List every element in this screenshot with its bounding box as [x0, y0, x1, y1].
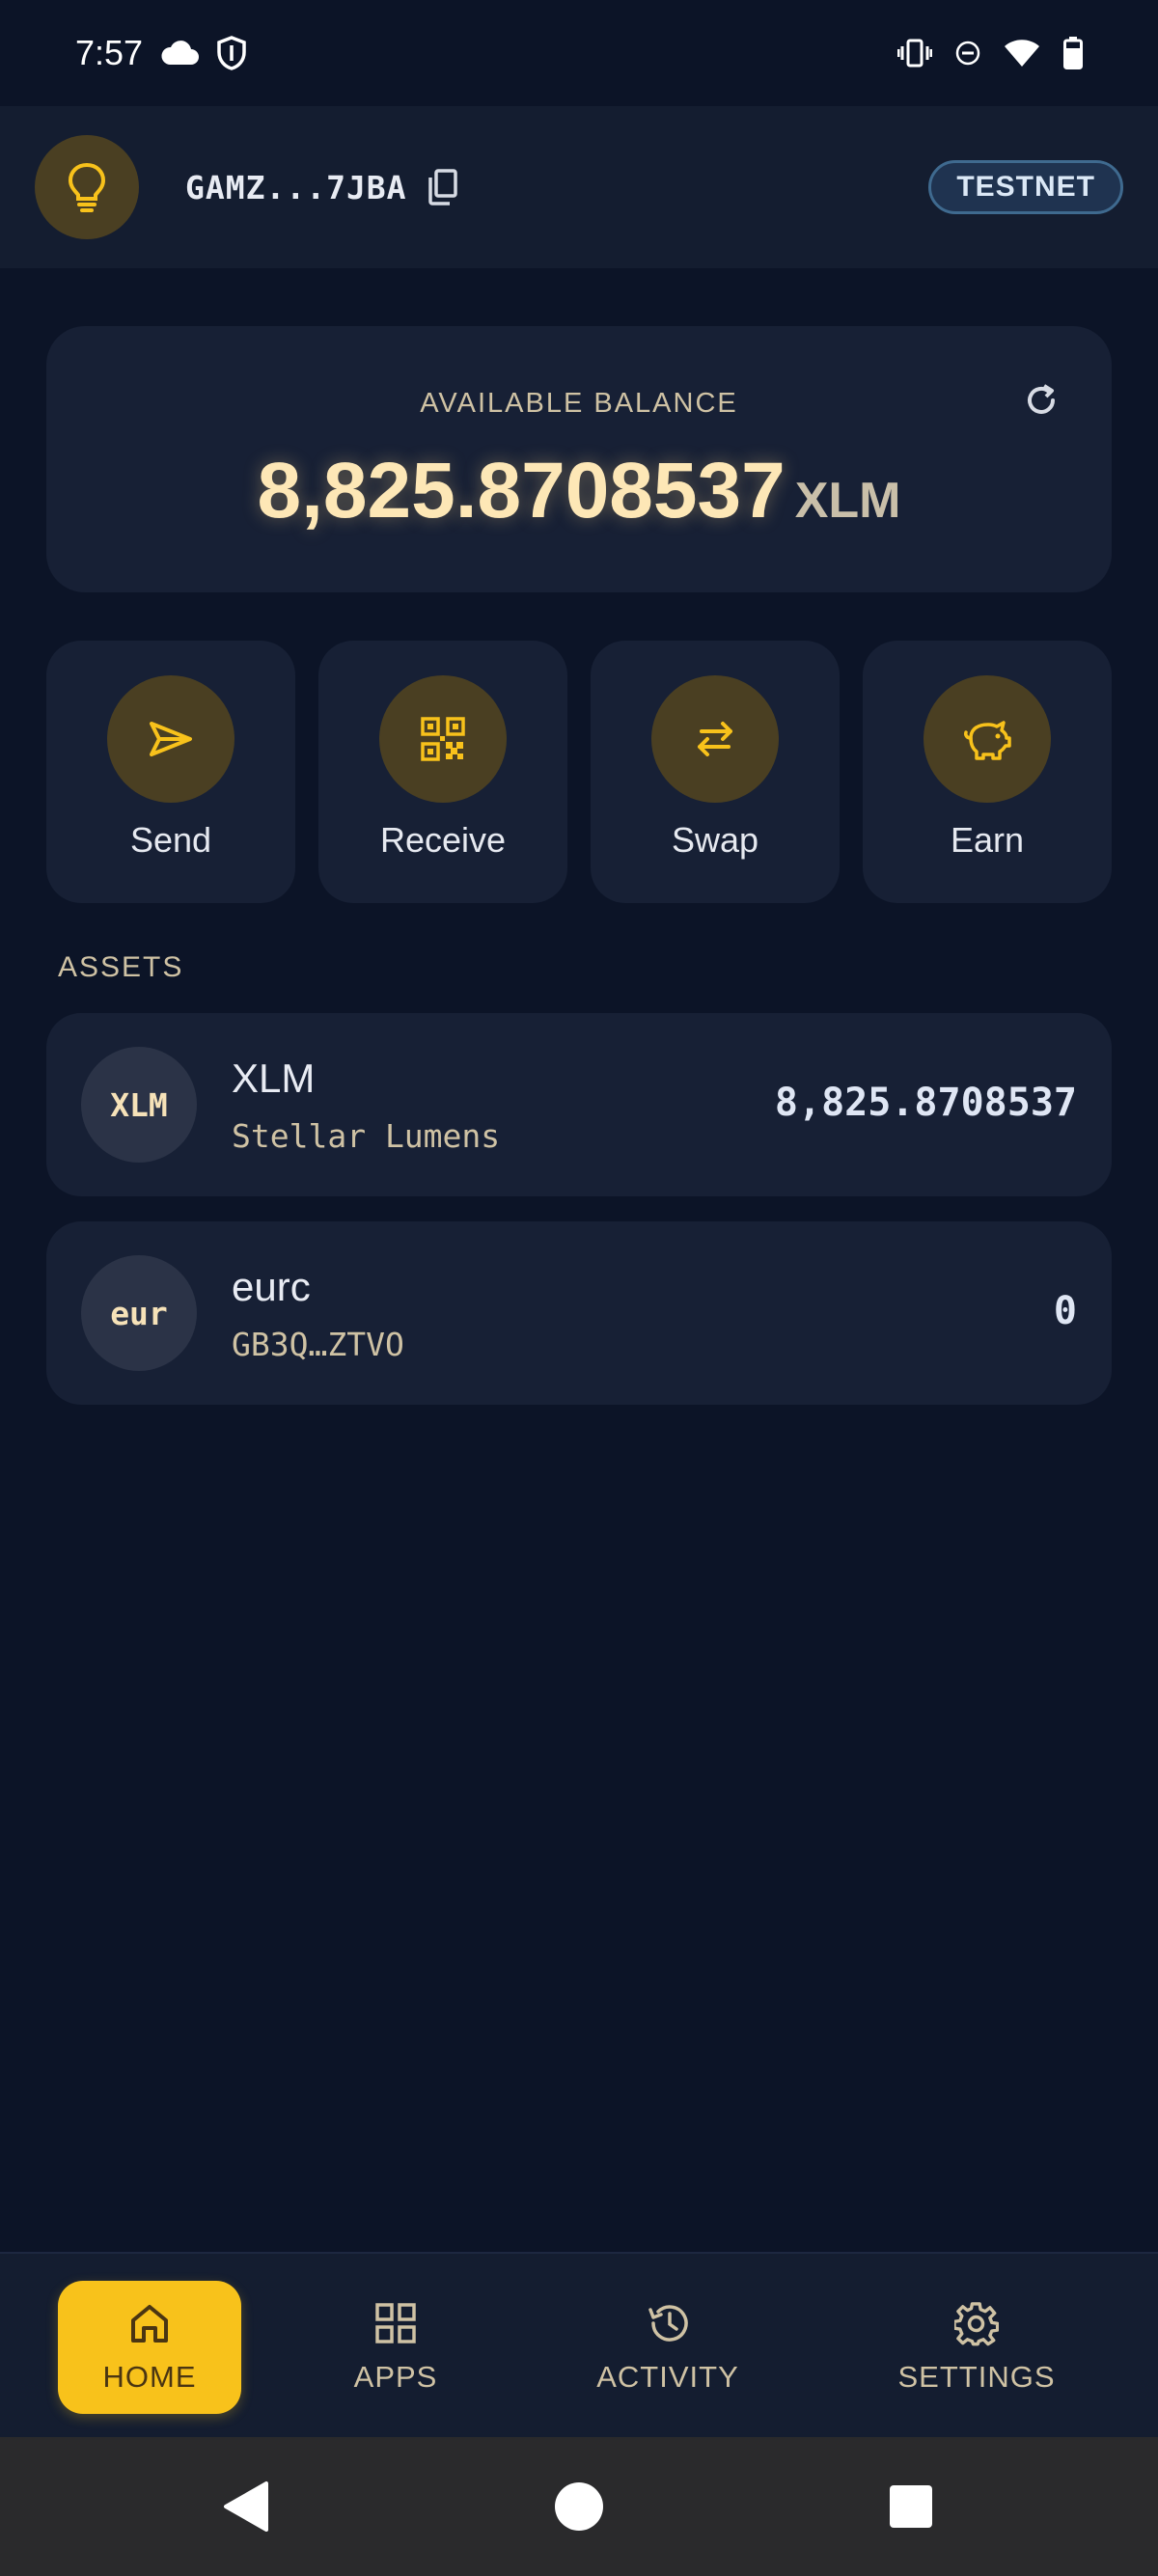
account-header: GAMZ...7JBA TESTNET [0, 106, 1158, 268]
earn-label: Earn [950, 820, 1025, 860]
asset-row-eurc[interactable]: eur eurc GB3Q…ZTVO 0 [46, 1221, 1112, 1405]
nav-settings-label: SETTINGS [897, 2360, 1056, 2394]
receive-icon-circle [379, 675, 507, 803]
copy-address-button[interactable] [427, 169, 457, 206]
swap-label: Swap [671, 820, 759, 860]
quick-actions: Send Receive Swap Earn [46, 641, 1112, 903]
send-icon [150, 722, 192, 756]
asset-amount: 0 [1053, 1289, 1077, 1333]
swap-icon-circle [651, 675, 779, 803]
grid-icon [375, 2303, 416, 2343]
asset-icon: XLM [81, 1047, 197, 1163]
nav-apps[interactable]: APPS [318, 2281, 473, 2414]
cloud-icon [161, 41, 200, 65]
balance-label: AVAILABLE BALANCE [420, 388, 738, 419]
wallet-home-screen: 7:57 GAMZ...7JBA TESTNET AVAILABLE BALAN… [0, 0, 1158, 2576]
balance-unit: XLM [794, 473, 901, 529]
bottom-navigation: HOME APPS ACTIVITY SETTINGS [0, 2252, 1158, 2437]
asset-subtitle: GB3Q…ZTVO [232, 1326, 404, 1363]
wifi-icon [1005, 40, 1039, 67]
balance-amount: 8,825.8708537 [257, 447, 786, 534]
asset-name: XLM [232, 1055, 316, 1101]
balance-row: 8,825.8708537 XLM [46, 446, 1112, 536]
refresh-icon [1028, 384, 1055, 414]
asset-amount: 8,825.8708537 [774, 1081, 1077, 1125]
receive-label: Receive [379, 820, 507, 860]
system-navigation-bar [0, 2437, 1158, 2576]
status-left: 7:57 [75, 33, 247, 73]
piggy-bank-icon [964, 721, 1011, 760]
nav-apps-label: APPS [353, 2360, 438, 2394]
asset-name: eurc [232, 1264, 311, 1309]
status-bar: 7:57 [0, 0, 1158, 106]
receive-button[interactable]: Receive [318, 641, 567, 903]
lightbulb-icon [68, 162, 106, 212]
network-badge[interactable]: TESTNET [928, 160, 1123, 214]
shield-icon [217, 36, 246, 70]
do-not-disturb-icon [955, 41, 980, 66]
copy-icon [427, 169, 457, 206]
refresh-balance-button[interactable] [1023, 382, 1060, 424]
send-label: Send [129, 820, 212, 860]
history-icon [648, 2305, 688, 2342]
nav-activity-label: ACTIVITY [596, 2360, 739, 2394]
asset-row-xlm[interactable]: XLM XLM Stellar Lumens 8,825.8708537 [46, 1013, 1112, 1196]
back-icon[interactable] [220, 2480, 270, 2534]
nav-home-label: HOME [102, 2360, 197, 2394]
battery-icon [1063, 37, 1083, 69]
home-icon [131, 2305, 168, 2343]
home-circle-icon[interactable] [552, 2480, 606, 2534]
recents-icon[interactable] [888, 2480, 934, 2534]
status-time: 7:57 [75, 33, 144, 72]
swap-button[interactable]: Swap [591, 641, 840, 903]
asset-icon: eur [81, 1255, 197, 1371]
qr-code-icon [421, 717, 465, 761]
nav-settings[interactable]: SETTINGS [870, 2281, 1083, 2414]
gear-icon [954, 2302, 999, 2346]
account-avatar-button[interactable] [35, 135, 139, 239]
asset-subtitle: Stellar Lumens [232, 1117, 501, 1155]
account-address[interactable]: GAMZ...7JBA [185, 169, 407, 206]
earn-button[interactable]: Earn [863, 641, 1112, 903]
assets-section-title: ASSETS [58, 951, 184, 983]
status-right [897, 37, 1083, 69]
balance-card: AVAILABLE BALANCE 8,825.8708537 XLM [46, 326, 1112, 592]
nav-activity[interactable]: ACTIVITY [571, 2281, 764, 2414]
swap-icon [698, 722, 732, 756]
vibrate-icon [897, 39, 932, 68]
nav-home[interactable]: HOME [58, 2281, 241, 2414]
send-icon-circle [107, 675, 234, 803]
earn-icon-circle [924, 675, 1051, 803]
send-button[interactable]: Send [46, 641, 295, 903]
